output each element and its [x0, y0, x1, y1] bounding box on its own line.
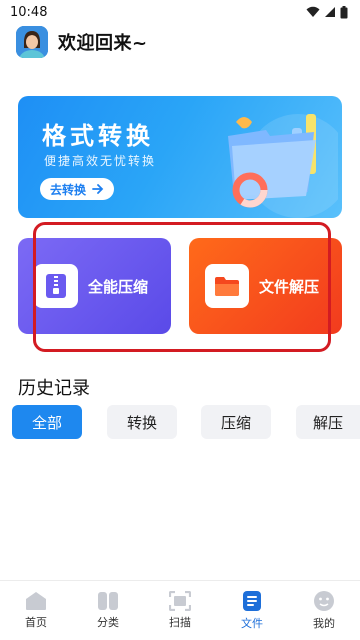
avatar-illustration-icon	[16, 26, 48, 58]
category-icon	[98, 592, 118, 610]
go-convert-label: 去转换	[50, 182, 87, 197]
file-extract-card[interactable]: 文件解压	[189, 238, 342, 334]
filter-chip-extract[interactable]: 解压	[296, 405, 360, 439]
extract-label: 文件解压	[259, 277, 320, 296]
folder-charts-illustration-icon	[228, 114, 338, 218]
bottom-nav: 首页 分类 扫描 文件 我的	[0, 580, 360, 640]
nav-label-scan: 扫描	[169, 616, 191, 629]
nav-item-home[interactable]: 首页	[0, 581, 72, 640]
nav-item-profile[interactable]: 我的	[288, 581, 360, 640]
all-in-one-compress-card[interactable]: 全能压缩	[18, 238, 171, 334]
folder-icon	[215, 277, 239, 296]
status-bar: 10:48	[0, 0, 360, 24]
arrow-right-icon	[92, 184, 104, 194]
go-convert-button[interactable]: 去转换	[40, 178, 115, 200]
filter-chip-all[interactable]: 全部	[12, 405, 82, 439]
extract-icon-box	[205, 264, 249, 308]
banner-subtitle: 便捷高效无忧转换	[44, 154, 157, 168]
nav-label-category: 分类	[97, 616, 119, 629]
signal-icon	[325, 7, 335, 17]
banner-title: 格式转换	[42, 122, 154, 150]
nav-item-category[interactable]: 分类	[72, 581, 144, 640]
status-time: 10:48	[10, 4, 48, 20]
battery-icon	[340, 5, 348, 18]
nav-label-home: 首页	[25, 616, 47, 629]
nav-label-file: 文件	[241, 617, 263, 630]
nav-label-profile: 我的	[313, 617, 335, 630]
status-icons	[306, 5, 348, 19]
scan-icon	[169, 591, 191, 611]
zip-file-icon	[46, 274, 66, 298]
compress-icon-box	[34, 264, 78, 308]
nav-item-scan[interactable]: 扫描	[144, 581, 216, 640]
filter-chip-compress[interactable]: 压缩	[201, 405, 271, 439]
file-icon	[243, 591, 261, 611]
format-convert-banner[interactable]: 格式转换 便捷高效无忧转换 去转换	[18, 96, 342, 218]
filter-chip-convert[interactable]: 转换	[107, 405, 177, 439]
greeting-text: 欢迎回来~	[58, 33, 148, 54]
nav-item-file[interactable]: 文件	[216, 581, 288, 640]
wifi-icon	[306, 6, 320, 17]
header: 欢迎回来~	[16, 24, 148, 60]
history-title: 历史记录	[18, 378, 90, 399]
home-icon	[26, 592, 46, 610]
compress-label: 全能压缩	[88, 277, 149, 296]
profile-icon	[314, 591, 334, 611]
avatar[interactable]	[16, 26, 48, 58]
